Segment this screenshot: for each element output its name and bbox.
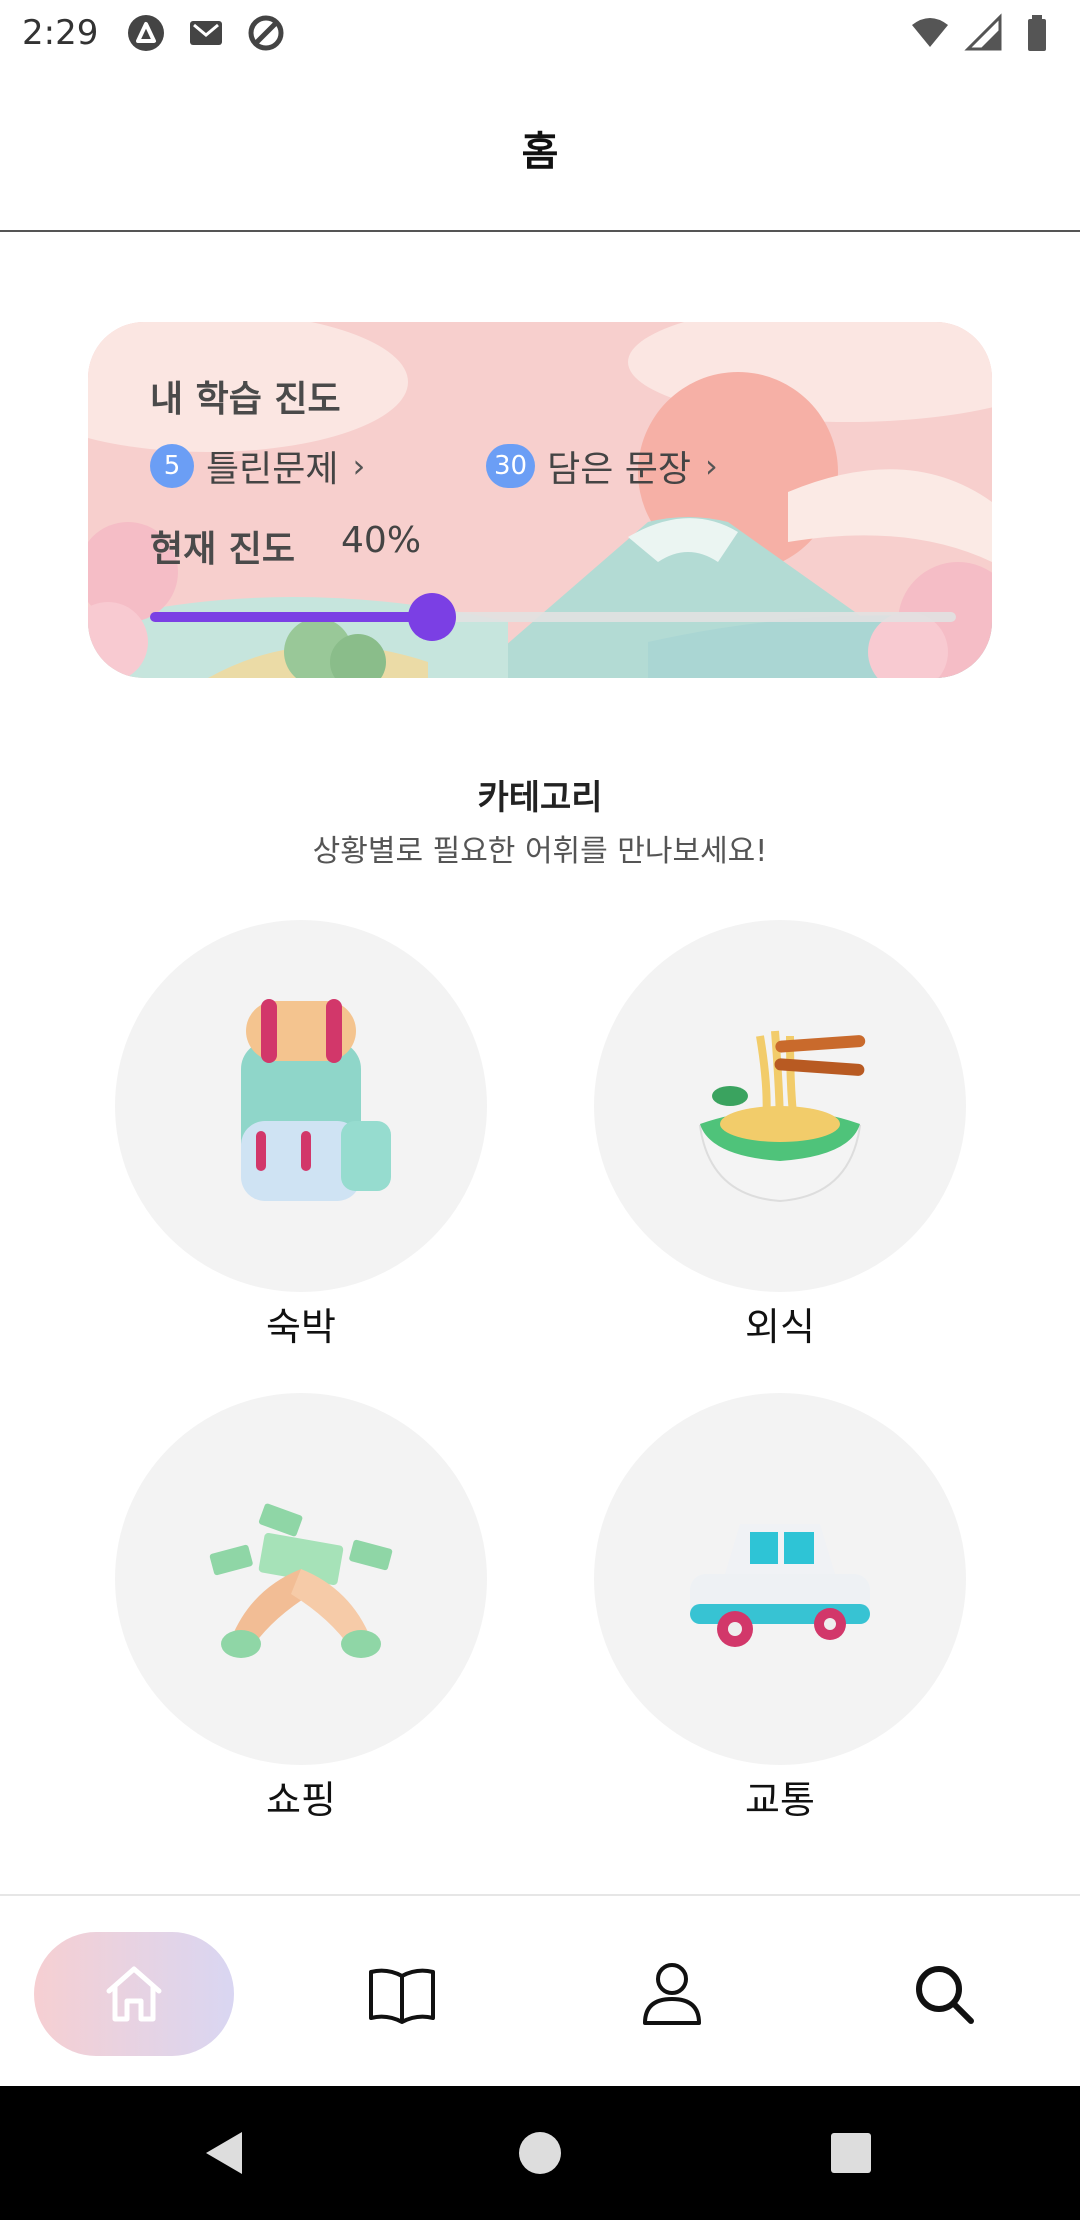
status-icons-left bbox=[126, 13, 286, 53]
system-nav-bar bbox=[0, 2086, 1080, 2220]
category-shopping[interactable]: 쇼핑 bbox=[115, 1393, 487, 1824]
nav-search[interactable] bbox=[844, 1932, 1044, 2056]
categories-subtitle: 상황별로 필요한 어휘를 만나보세요! bbox=[312, 834, 768, 869]
progress-slider[interactable] bbox=[150, 593, 956, 641]
saved-sentences-link[interactable]: 30 담은 문장 › bbox=[486, 440, 718, 492]
progress-card-title: 내 학습 진도 bbox=[150, 379, 341, 420]
bottom-nav bbox=[0, 1894, 1080, 2086]
category-transport-circle[interactable] bbox=[594, 1393, 966, 1765]
chevron-right-icon: › bbox=[705, 447, 718, 485]
category-lodging[interactable]: 숙박 bbox=[115, 920, 487, 1351]
status-time: 2:29 bbox=[22, 13, 99, 53]
home-circle-icon[interactable] bbox=[515, 2128, 565, 2178]
current-progress: 현재 진도 40% bbox=[150, 520, 421, 572]
progress-card[interactable]: 내 학습 진도 5 틀린문제 › 30 담은 문장 › 현재 진도 40% bbox=[88, 322, 992, 678]
category-label: 숙박 bbox=[266, 1305, 336, 1349]
wrong-count-badge: 5 bbox=[150, 444, 194, 488]
sync-icon bbox=[246, 13, 286, 53]
progress-slider-thumb[interactable] bbox=[408, 593, 457, 641]
backpack-icon bbox=[241, 999, 391, 1201]
app-bar: 홈 bbox=[0, 66, 1080, 232]
category-label: 외식 bbox=[745, 1305, 815, 1349]
saved-count-badge: 30 bbox=[486, 444, 536, 488]
category-label: 쇼핑 bbox=[266, 1778, 336, 1822]
book-icon bbox=[369, 1968, 435, 2024]
categories-title: 카테고리 bbox=[477, 778, 603, 818]
wifi-icon bbox=[910, 13, 950, 53]
noodle-bowl-icon bbox=[698, 1030, 866, 1203]
nav-home[interactable] bbox=[34, 1932, 234, 2056]
status-icons-right bbox=[910, 13, 1058, 53]
signal-icon bbox=[964, 13, 1004, 53]
battery-icon bbox=[1018, 13, 1058, 53]
search-icon bbox=[916, 1966, 974, 2024]
user-icon bbox=[643, 1963, 701, 2025]
category-lodging-circle[interactable] bbox=[115, 920, 487, 1292]
progress-slider-fill bbox=[150, 612, 433, 622]
page-title: 홈 bbox=[521, 129, 559, 175]
recents-icon[interactable] bbox=[826, 2128, 876, 2178]
category-dining-circle[interactable] bbox=[594, 920, 966, 1292]
category-transport[interactable]: 교통 bbox=[594, 1393, 966, 1824]
money-hands-icon bbox=[209, 1503, 393, 1658]
back-icon[interactable] bbox=[200, 2128, 250, 2178]
nav-book[interactable] bbox=[302, 1932, 502, 2056]
status-bar: 2:29 bbox=[0, 0, 1080, 66]
home-icon bbox=[106, 1966, 162, 2022]
wrong-answers-link[interactable]: 5 틀린문제 › bbox=[150, 440, 365, 492]
wrong-answers-label: 틀린문제 bbox=[206, 449, 339, 490]
gmail-icon bbox=[186, 13, 226, 53]
saved-sentences-label: 담은 문장 bbox=[547, 449, 692, 490]
category-label: 교통 bbox=[745, 1778, 815, 1822]
current-progress-label: 현재 진도 bbox=[150, 529, 296, 570]
car-icon bbox=[690, 1524, 870, 1647]
category-shopping-circle[interactable] bbox=[115, 1393, 487, 1765]
nav-profile[interactable] bbox=[572, 1932, 772, 2056]
current-progress-value: 40% bbox=[341, 520, 422, 561]
chevron-right-icon: › bbox=[352, 447, 366, 485]
app-a-icon bbox=[126, 13, 166, 53]
category-dining[interactable]: 외식 bbox=[594, 920, 966, 1351]
